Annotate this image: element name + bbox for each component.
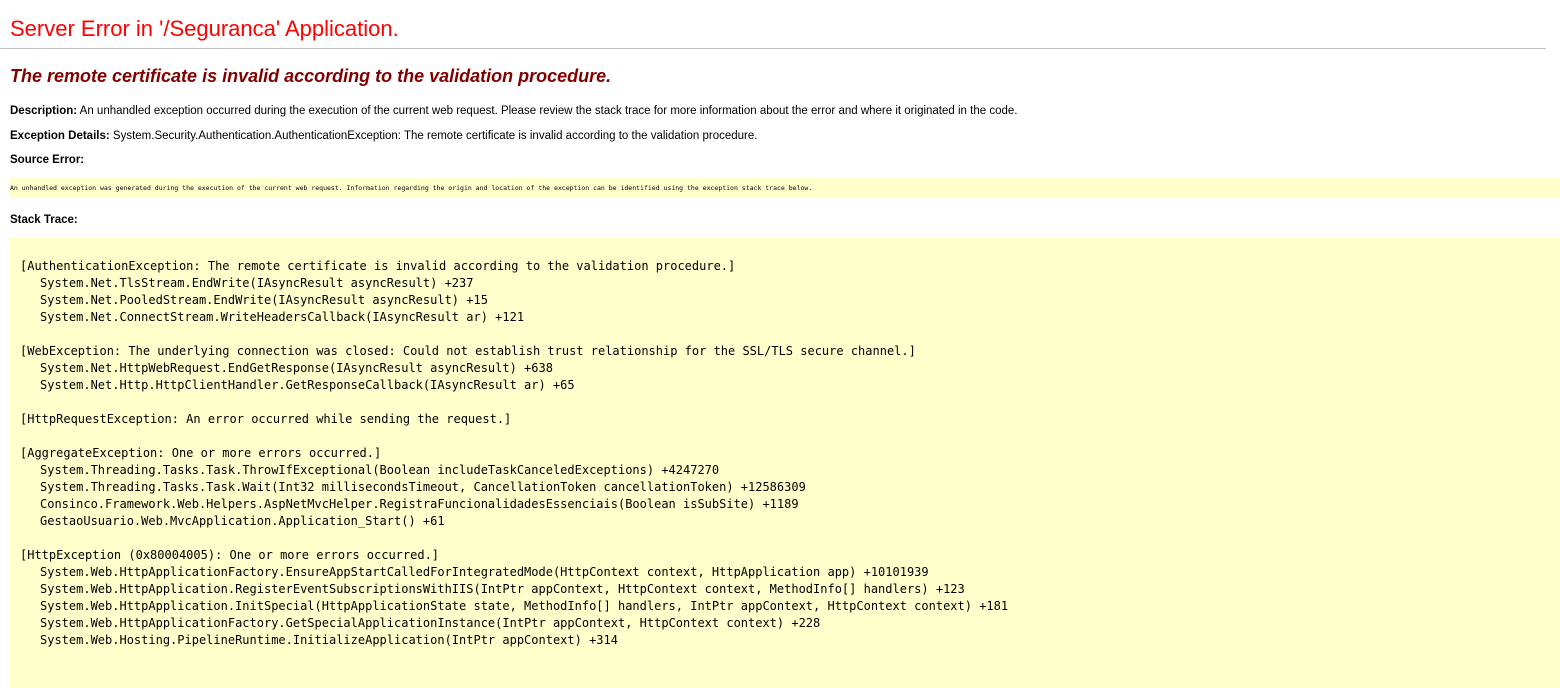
- stack-gap: [20, 394, 1008, 411]
- stack-trace-label: Stack Trace:: [10, 214, 78, 226]
- error-page: Server Error in '/Seguranca' Application…: [0, 0, 1560, 688]
- stack-frame-line: Consinco.Framework.Web.Helpers.AspNetMvc…: [40, 497, 799, 511]
- stack-frame-line: System.Threading.Tasks.Task.ThrowIfExcep…: [40, 463, 720, 477]
- stack-frame-line: System.Net.TlsStream.EndWrite(IAsyncResu…: [40, 276, 474, 290]
- stack-trace-text: [AuthenticationException: The remote cer…: [20, 258, 1008, 649]
- stack-exception-line: [WebException: The underlying connection…: [20, 344, 916, 358]
- description-text: An unhandled exception occurred during t…: [79, 105, 1018, 117]
- stack-frame-line: GestaoUsuario.Web.MvcApplication.Applica…: [40, 514, 445, 528]
- stack-frame-line: System.Net.ConnectStream.WriteHeadersCal…: [40, 310, 525, 324]
- stack-frame-line: System.Net.HttpWebRequest.EndGetResponse…: [40, 361, 553, 375]
- stack-frame-line: System.Web.HttpApplication.RegisterEvent…: [40, 582, 965, 596]
- exception-details-text: System.Security.Authentication.Authentic…: [112, 130, 758, 142]
- stack-frame-line: System.Net.PooledStream.EndWrite(IAsyncR…: [40, 293, 488, 307]
- stack-gap: [20, 326, 1008, 343]
- stack-frame-line: System.Web.HttpApplication.InitSpecial(H…: [40, 599, 1009, 613]
- stack-frame-line: System.Web.HttpApplicationFactory.Ensure…: [40, 565, 929, 579]
- stack-frame-line: System.Threading.Tasks.Task.Wait(Int32 m…: [40, 480, 806, 494]
- stack-exception-line: [AggregateException: One or more errors …: [20, 446, 382, 460]
- stack-frame-line: System.Web.Hosting.PipelineRuntime.Initi…: [40, 633, 618, 647]
- source-error-label: Source Error:: [10, 154, 85, 166]
- source-error-text: An unhandled exception was generated dur…: [10, 184, 813, 192]
- stack-trace-box: [AuthenticationException: The remote cer…: [10, 238, 1560, 688]
- source-error-box: An unhandled exception was generated dur…: [10, 178, 1560, 198]
- exception-details-line: Exception Details: System.Security.Authe…: [10, 130, 757, 142]
- error-message: The remote certificate is invalid accord…: [10, 66, 612, 86]
- page-title: Server Error in '/Seguranca' Application…: [10, 16, 399, 41]
- description-line: Description: An unhandled exception occu…: [10, 105, 1017, 117]
- description-label: Description:: [10, 105, 78, 117]
- stack-gap: [20, 530, 1008, 547]
- stack-gap: [20, 428, 1008, 445]
- stack-exception-line: [HttpException (0x80004005): One or more…: [20, 548, 440, 562]
- stack-frame-line: System.Net.Http.HttpClientHandler.GetRes…: [40, 378, 575, 392]
- stack-exception-line: [AuthenticationException: The remote cer…: [20, 259, 736, 273]
- exception-details-label: Exception Details:: [10, 130, 110, 142]
- stack-exception-line: [HttpRequestException: An error occurred…: [20, 412, 512, 426]
- title-divider: [0, 48, 1546, 49]
- stack-frame-line: System.Web.HttpApplicationFactory.GetSpe…: [40, 616, 821, 630]
